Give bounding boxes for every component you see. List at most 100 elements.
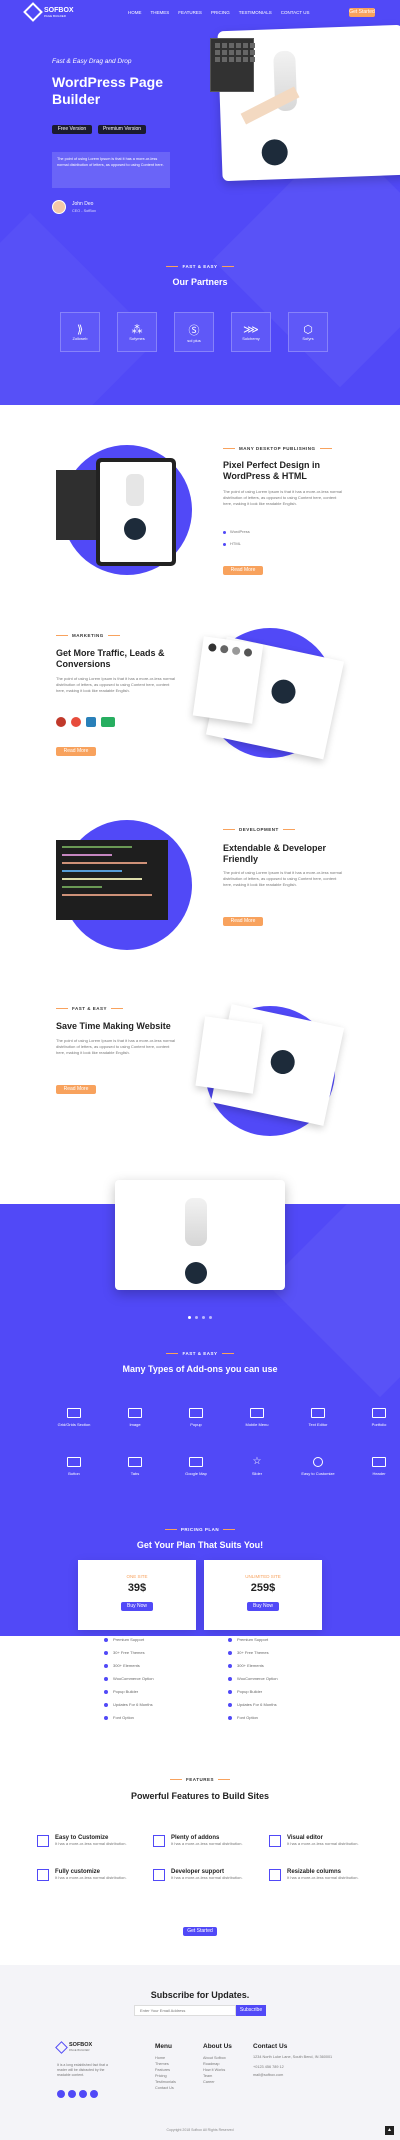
- hero-quote: The point of using Lorem Ipsum is that i…: [52, 152, 170, 188]
- logo[interactable]: SOFBOX PAGE BUILDER: [23, 2, 74, 22]
- feature-3-text: The point of using Lorem Ipsum is that i…: [223, 870, 342, 887]
- logo-text: SOFBOX: [44, 6, 74, 14]
- addon-grids[interactable]: Grid/Grids Section: [54, 1408, 94, 1427]
- addon-image[interactable]: Image: [115, 1408, 155, 1427]
- nav-themes[interactable]: THEMES: [151, 10, 170, 15]
- scroll-top-icon[interactable]: ▲: [385, 2126, 394, 2135]
- footer-menu: Menu Home Themes Features Pricing Testim…: [155, 2043, 176, 2091]
- copyright: Copyright 2018 Sofbox All Rights Reserve…: [166, 2128, 234, 2132]
- addon-portfolio[interactable]: Portfolio: [359, 1408, 399, 1427]
- get-started-button[interactable]: Get Started: [349, 8, 375, 17]
- footer-address: 1234 North Luke Lane, South Bend, IN 360…: [253, 2055, 333, 2059]
- partner-solchemy[interactable]: ⋙ Solchemy: [231, 312, 271, 352]
- addon-customize[interactable]: Easy to Customize: [298, 1457, 338, 1476]
- slider-dot[interactable]: [195, 1316, 198, 1319]
- feature-2-tag: MARKETING: [56, 633, 120, 638]
- footer-email[interactable]: mail@sofbox.com: [253, 2072, 343, 2078]
- feature-4-read-more[interactable]: Read More: [56, 1085, 96, 1094]
- nav-contact[interactable]: CONTACT US: [281, 10, 310, 15]
- feature-item: Developer support It has a more-or-less n…: [153, 1869, 263, 1881]
- plan-name: ONE SITE: [126, 1574, 148, 1579]
- partners-tag: FAST & EASY: [0, 264, 400, 269]
- feature-1-text: The point of using Lorem Ipsum is that i…: [223, 489, 342, 506]
- feature-3-tag: DEVELOPMENT: [223, 827, 295, 832]
- footer-logo[interactable]: SOFBOX PAGE BUILDER: [55, 2040, 92, 2054]
- footer-contact: Contact Us 1234 North Luke Lane, South B…: [253, 2043, 343, 2078]
- feature-1-list-item: WordPress: [223, 529, 250, 535]
- feature-4-title: Save Time Making Website: [56, 1021, 171, 1031]
- partner-sofyrs[interactable]: ⬡ Sofyrs: [288, 312, 328, 352]
- addon-text-editor[interactable]: Text Editor: [298, 1408, 338, 1427]
- nav-home[interactable]: HOME: [128, 10, 142, 15]
- addon-slider[interactable]: ☆ Slider: [237, 1456, 277, 1477]
- feature-3-read-more[interactable]: Read More: [223, 917, 263, 926]
- star-icon: ☆: [252, 1456, 262, 1467]
- nav-pricing[interactable]: PRICING: [211, 10, 230, 15]
- portfolio-icon: [372, 1408, 386, 1418]
- partner-zolkweb[interactable]: ⟫ Zolkweb: [60, 312, 100, 352]
- pricing-card-one: ONE SITE 39$ Buy Now: [78, 1560, 196, 1630]
- twitter-icon[interactable]: [68, 2090, 76, 2098]
- feature-item: Plenty of addons It has a more-or-less no…: [153, 1835, 263, 1847]
- columns-icon: [269, 1869, 281, 1881]
- feature-2-text: The point of using Lorem Ipsum is that i…: [56, 676, 175, 693]
- addon-popup[interactable]: Popup: [176, 1408, 216, 1427]
- logo-subtext: PAGE BUILDER: [44, 13, 66, 18]
- hero-subtitle: Fast & Easy Drag and Drop: [52, 58, 132, 65]
- buy-now-button[interactable]: Buy Now: [121, 1602, 153, 1611]
- partner-logo-icon: Ⓢ: [188, 324, 200, 337]
- subscribe-button[interactable]: Subscribe: [236, 2005, 266, 2016]
- device-image: [185, 1262, 207, 1284]
- plan-price: 39$: [127, 1582, 147, 1594]
- pricing-list-one: Premium Support 30+ Free Themes 300+ Ele…: [104, 1633, 154, 1724]
- pricing-card-unlimited: UNLIMITED SITE 259$ Buy Now: [204, 1560, 322, 1630]
- footer-phone[interactable]: +0123 456 789 12: [253, 2064, 343, 2070]
- nav-features[interactable]: FEATURES: [178, 10, 202, 15]
- speaker-image: [126, 474, 144, 506]
- feature-1-title: Pixel Perfect Design in WordPress & HTML: [223, 460, 321, 481]
- addon-header[interactable]: Header: [359, 1457, 399, 1476]
- feature-2-read-more[interactable]: Read More: [56, 747, 96, 756]
- slider-dot[interactable]: [188, 1316, 191, 1319]
- slider-dot[interactable]: [202, 1316, 205, 1319]
- linkedin-icon[interactable]: [90, 2090, 98, 2098]
- author-name: John Deo: [72, 201, 94, 207]
- feature-item: Visual editor It has a more-or-less norma…: [269, 1835, 379, 1847]
- footer-link[interactable]: Career: [203, 2079, 232, 2085]
- header-icon: [372, 1457, 386, 1467]
- avatar: [52, 200, 66, 214]
- nav-testimonials[interactable]: TESTIMONIALS: [239, 10, 272, 15]
- tablet-mockup: [96, 458, 176, 566]
- pricing-list-unlimited: Premium Support 30+ Free Themes 300+ Ele…: [228, 1633, 278, 1724]
- partners-row: ⟫ Zolkweb ⁂ Sofymes Ⓢsol plus ⋙ Solchemy ⬡ S…: [60, 312, 328, 352]
- addon-tabs[interactable]: Tabs: [115, 1457, 155, 1476]
- feature-1-read-more[interactable]: Read More: [223, 566, 263, 575]
- feature-3-title: Extendable & Developer Friendly: [223, 843, 327, 864]
- google-plus-icon[interactable]: [79, 2090, 87, 2098]
- facebook-icon[interactable]: [57, 2090, 65, 2098]
- support-icon: [153, 1869, 165, 1881]
- customize-icon: [313, 1457, 323, 1467]
- partner-solplus[interactable]: Ⓢsol plus: [174, 312, 214, 352]
- footer-link[interactable]: Contact Us: [155, 2085, 176, 2091]
- screenshot-mockup: [192, 636, 264, 724]
- premium-version-button[interactable]: Premium Version: [98, 125, 146, 134]
- partner-sofymes[interactable]: ⁂ Sofymes: [117, 312, 157, 352]
- editor-panel: [210, 38, 255, 92]
- partner-logo-icon: ⟫: [76, 324, 84, 336]
- footer-about-text: It is a long established fact that a rea…: [57, 2063, 108, 2077]
- integration-icon: [56, 717, 66, 727]
- device-image: [269, 677, 298, 706]
- integration-icons: [56, 717, 115, 727]
- feature-4-text: The point of using Lorem Ipsum is that i…: [56, 1038, 175, 1055]
- addon-google-map[interactable]: Google Map: [176, 1457, 216, 1476]
- slider-dot[interactable]: [209, 1316, 212, 1319]
- subscribe-email-input[interactable]: [134, 2005, 236, 2016]
- addon-mobile-menu[interactable]: Mobile Menu: [237, 1408, 277, 1427]
- buy-now-button[interactable]: Buy Now: [247, 1602, 279, 1611]
- feature-item: Easy to Customize It has a more-or-less n…: [37, 1835, 147, 1847]
- free-version-button[interactable]: Free Version: [52, 125, 92, 134]
- addon-button[interactable]: Button: [54, 1457, 94, 1476]
- device-image: [261, 138, 289, 166]
- powerful-get-started-button[interactable]: Get Started: [183, 1927, 217, 1936]
